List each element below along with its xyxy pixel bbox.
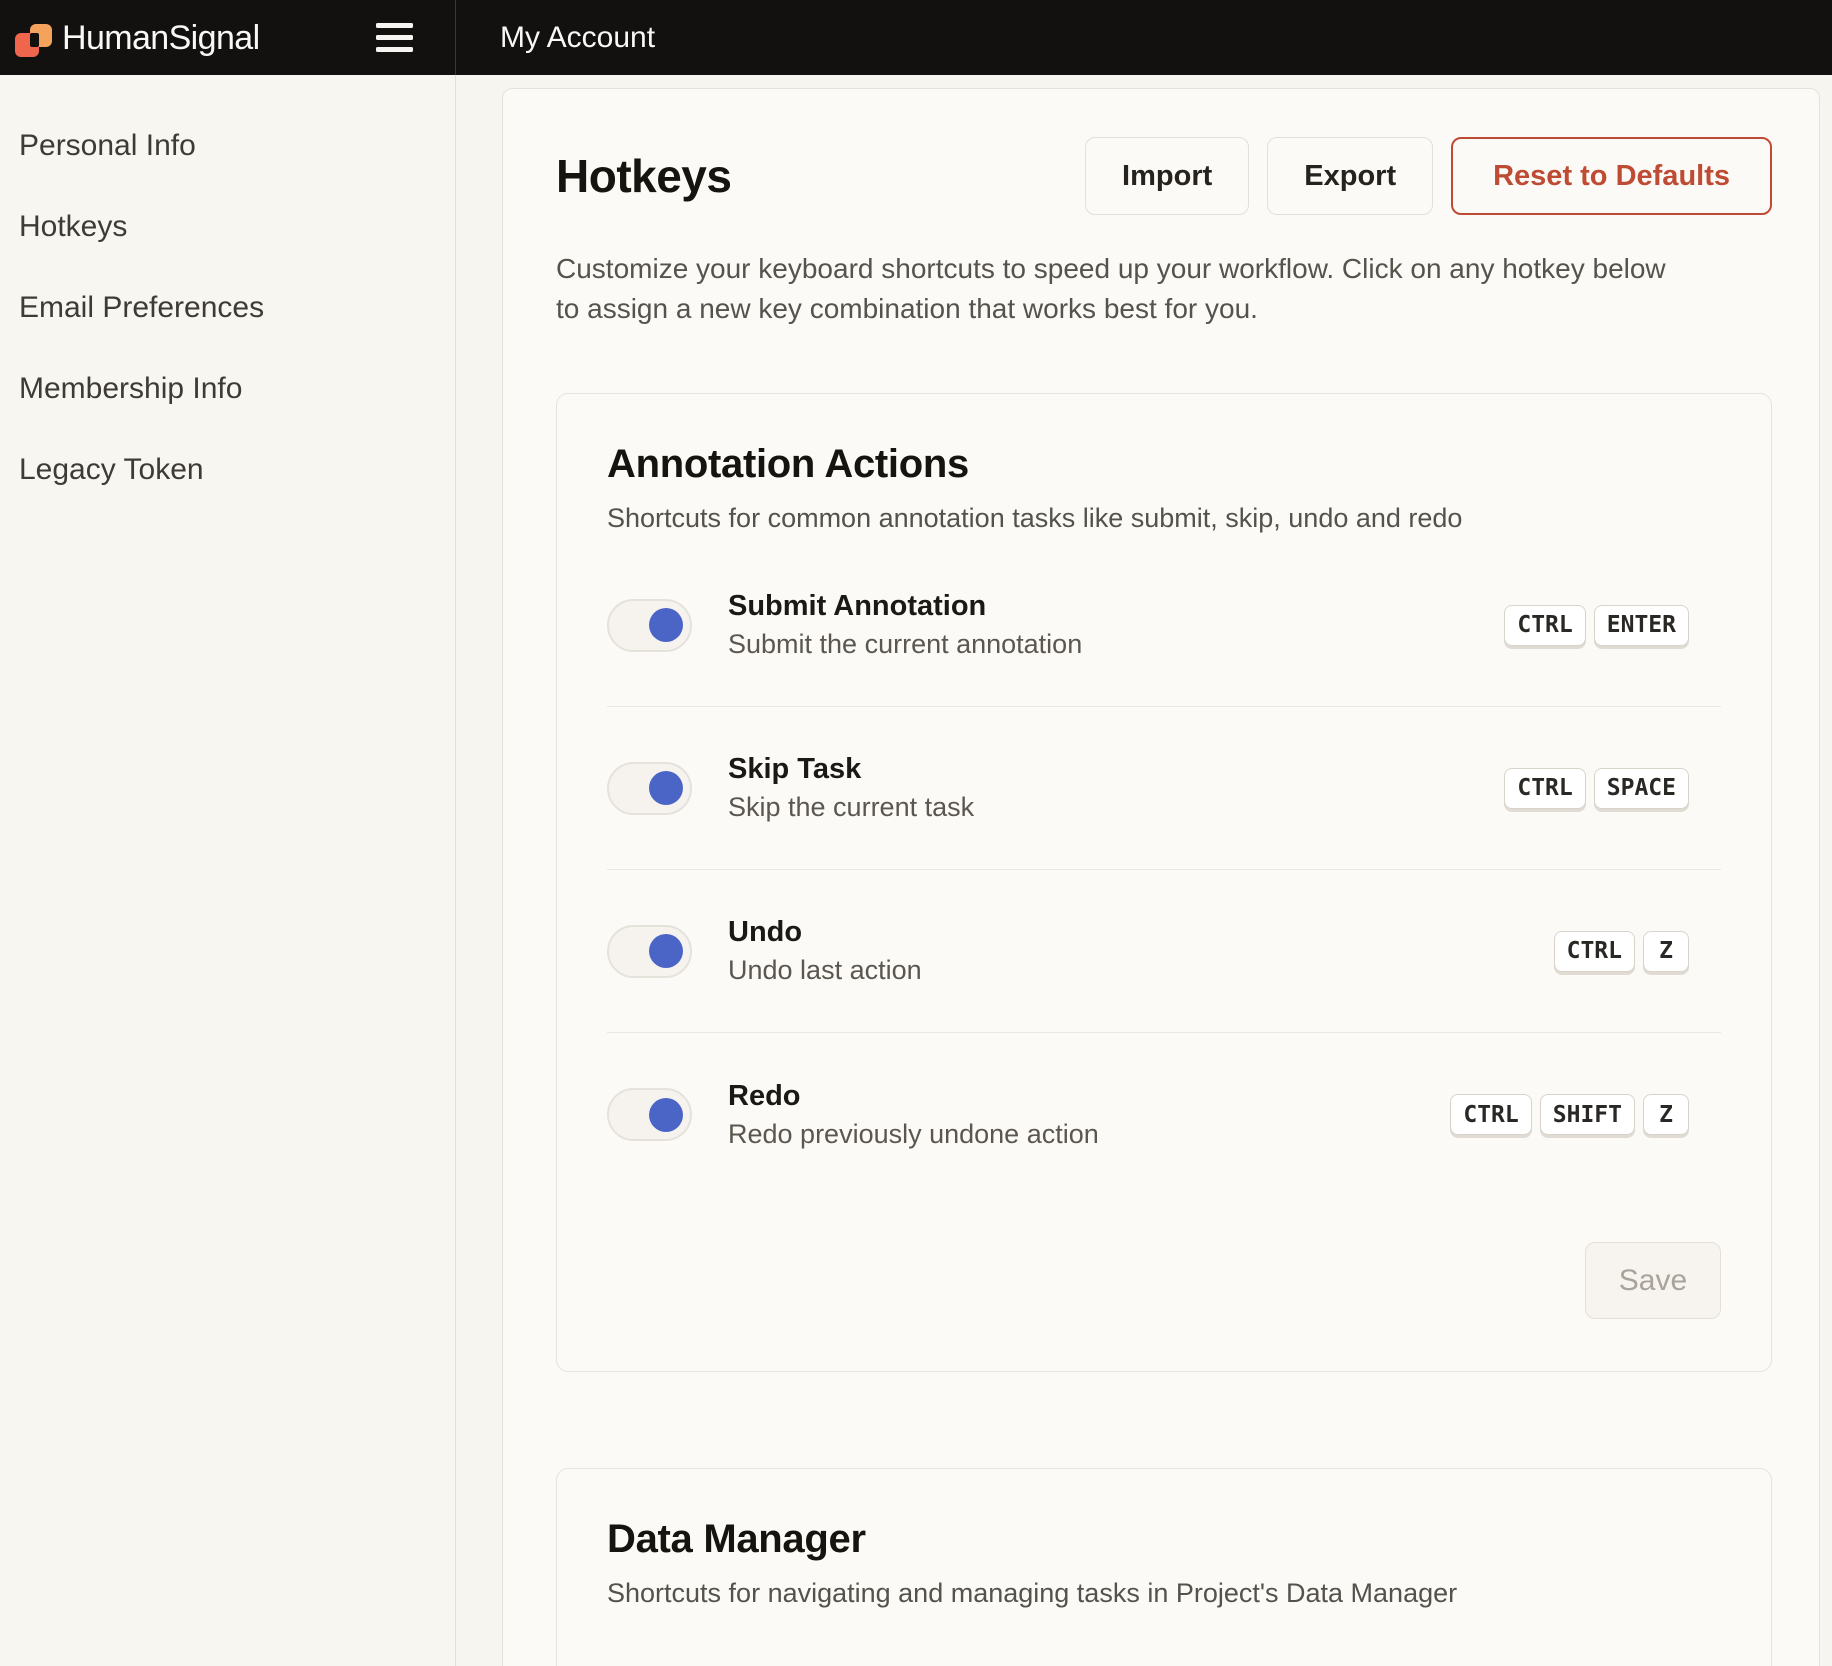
hotkey-key-group: CTRLSPACE xyxy=(1504,768,1689,809)
brand-name: HumanSignal xyxy=(62,21,260,55)
section-data-manager: Data Manager Shortcuts for navigating an… xyxy=(556,1468,1772,1666)
reset-to-defaults-button[interactable]: Reset to Defaults xyxy=(1451,137,1772,215)
hotkey-key-badge-enter[interactable]: ENTER xyxy=(1594,605,1689,646)
logo-square-overlap xyxy=(30,33,39,47)
hotkey-name: Redo xyxy=(728,1077,1099,1115)
hotkey-rows: Submit Annotation Submit the current ann… xyxy=(607,544,1721,1196)
section-subtitle: Shortcuts for navigating and managing ta… xyxy=(607,1578,1721,1609)
hotkey-row-skip-task: Skip Task Skip the current task CTRLSPAC… xyxy=(607,707,1721,870)
section-annotation-actions: Annotation Actions Shortcuts for common … xyxy=(556,393,1772,1372)
hotkey-text: Submit Annotation Submit the current ann… xyxy=(728,587,1082,663)
hotkey-key-badge-ctrl[interactable]: CTRL xyxy=(1450,1094,1531,1135)
hamburger-menu-icon[interactable] xyxy=(376,19,413,56)
sidebar-item-personal-info[interactable]: Personal Info xyxy=(0,127,455,208)
section-title: Annotation Actions xyxy=(607,442,1721,487)
hotkey-description: Redo previously undone action xyxy=(728,1115,1099,1153)
sidebar-item-hotkeys[interactable]: Hotkeys xyxy=(0,208,455,289)
hotkeys-card: Hotkeys Import Export Reset to Defaults … xyxy=(502,88,1820,1666)
hotkey-toggle[interactable] xyxy=(607,762,692,815)
hotkey-key-badge-ctrl[interactable]: CTRL xyxy=(1504,605,1585,646)
hotkey-key-badge-ctrl[interactable]: CTRL xyxy=(1504,768,1585,809)
toggle-knob-icon xyxy=(649,608,683,642)
hotkey-key-badge-ctrl[interactable]: CTRL xyxy=(1554,931,1635,972)
hotkeys-description: Customize your keyboard shortcuts to spe… xyxy=(556,249,1676,329)
hotkey-toggle[interactable] xyxy=(607,925,692,978)
toggle-knob-icon xyxy=(649,1098,683,1132)
hotkey-key-badge-z[interactable]: Z xyxy=(1643,931,1689,972)
hotkey-name: Submit Annotation xyxy=(728,587,1082,625)
main-content: Hotkeys Import Export Reset to Defaults … xyxy=(457,75,1832,1666)
humansignal-logo-icon xyxy=(13,17,53,59)
hotkey-row-undo: Undo Undo last action CTRLZ xyxy=(607,870,1721,1033)
humansignal-logo[interactable]: HumanSignal xyxy=(13,17,260,59)
sidebar-nav-list: Personal InfoHotkeysEmail PreferencesMem… xyxy=(0,127,455,532)
hotkey-toggle[interactable] xyxy=(607,1088,692,1141)
top-bar-main: My Account xyxy=(456,0,1832,75)
top-bar: HumanSignal My Account xyxy=(0,0,1832,75)
page-title: Hotkeys xyxy=(556,149,731,203)
import-button[interactable]: Import xyxy=(1085,137,1249,215)
page-breadcrumb-title: My Account xyxy=(500,21,655,55)
hotkey-key-badge-space[interactable]: SPACE xyxy=(1594,768,1689,809)
top-bar-left: HumanSignal xyxy=(0,0,456,75)
hotkey-text: Undo Undo last action xyxy=(728,913,922,989)
hotkey-description: Undo last action xyxy=(728,951,922,989)
toggle-knob-icon xyxy=(649,771,683,805)
sidebar-item-legacy-token[interactable]: Legacy Token xyxy=(0,451,455,532)
hotkey-toggle[interactable] xyxy=(607,599,692,652)
hotkeys-toolbar: Import Export Reset to Defaults xyxy=(1085,137,1772,215)
hotkey-key-group: CTRLSHIFTZ xyxy=(1450,1094,1689,1135)
hotkey-key-group: CTRLZ xyxy=(1554,931,1689,972)
section-title: Data Manager xyxy=(607,1517,1721,1562)
section-subtitle: Shortcuts for common annotation tasks li… xyxy=(607,503,1721,534)
save-row: Save xyxy=(607,1242,1721,1319)
hotkey-key-badge-z[interactable]: Z xyxy=(1643,1094,1689,1135)
hotkeys-header: Hotkeys Import Export Reset to Defaults xyxy=(556,137,1772,215)
save-button[interactable]: Save xyxy=(1585,1242,1721,1319)
hotkey-name: Undo xyxy=(728,913,922,951)
hotkey-row-submit-annotation: Submit Annotation Submit the current ann… xyxy=(607,544,1721,707)
hotkey-row-redo: Redo Redo previously undone action CTRLS… xyxy=(607,1033,1721,1196)
hotkey-key-group: CTRLENTER xyxy=(1504,605,1689,646)
export-button[interactable]: Export xyxy=(1267,137,1433,215)
hotkey-text: Redo Redo previously undone action xyxy=(728,1077,1099,1153)
hotkey-description: Submit the current annotation xyxy=(728,625,1082,663)
sidebar-item-membership-info[interactable]: Membership Info xyxy=(0,370,455,451)
hotkey-name: Skip Task xyxy=(728,750,974,788)
account-sidebar: Personal InfoHotkeysEmail PreferencesMem… xyxy=(0,75,456,1666)
hotkey-text: Skip Task Skip the current task xyxy=(728,750,974,826)
hotkey-description: Skip the current task xyxy=(728,788,974,826)
hotkey-key-badge-shift[interactable]: SHIFT xyxy=(1540,1094,1635,1135)
toggle-knob-icon xyxy=(649,934,683,968)
sidebar-item-email-preferences[interactable]: Email Preferences xyxy=(0,289,455,370)
